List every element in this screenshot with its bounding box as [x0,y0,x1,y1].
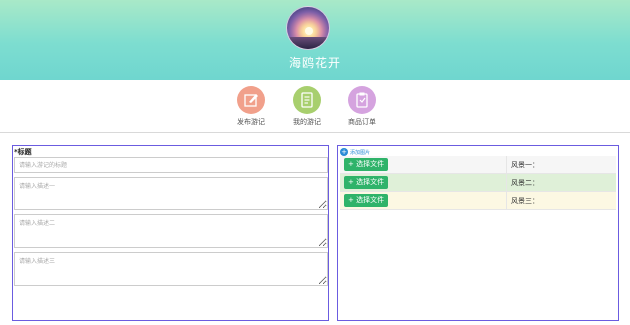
journal-form-panel: *标题 [12,145,329,321]
username: 海鸥花开 [288,56,341,70]
nav-publish-journal[interactable]: 发布游记 [226,86,276,127]
description-two-textarea[interactable] [14,214,328,248]
avatar-ground-graphic [287,37,329,49]
clipboard-icon [348,86,376,114]
avatar-sun-graphic [305,27,313,35]
title-label: *标题 [14,148,32,156]
choose-file-button[interactable]: + 选择文件 [344,194,389,207]
nav-orders[interactable]: 商品订单 [337,86,387,127]
notebook-icon [293,86,321,114]
image-row: + 选择文件 风景一： [340,156,616,174]
avatar[interactable] [286,6,330,50]
profile-banner: 海鸥花开 [0,0,630,80]
plus-circle-icon: + [340,148,348,156]
description-three-textarea[interactable] [14,252,328,286]
description-one-textarea[interactable] [14,177,328,210]
image-row: + 选择文件 风景三： [340,192,616,210]
nav-my-journals[interactable]: 我的游记 [282,86,332,127]
choose-file-button[interactable]: + 选择文件 [344,176,389,189]
image-row: + 选择文件 风景二： [340,174,616,192]
edit-icon [237,86,265,114]
nav-label: 我的游记 [293,118,321,126]
nav-divider [0,132,630,133]
image-upload-panel: + 添加图片 + 选择文件 风景一： + 选择文件 风景二： + 选择文件 风景… [337,145,619,321]
choose-file-button[interactable]: + 选择文件 [344,158,389,171]
scenery-label: 风景二： [511,179,539,187]
add-image-label: 添加图片 [350,149,371,156]
row-divider [506,174,507,192]
scenery-label: 风景一： [511,161,539,169]
nav-label: 发布游记 [237,118,265,126]
nav-label: 商品订单 [348,118,376,126]
title-input[interactable] [14,157,328,173]
scenery-label: 风景三： [511,197,539,205]
quick-nav: 发布游记 我的游记 商品订单 [0,80,630,132]
row-divider [506,192,507,210]
image-rows: + 选择文件 风景一： + 选择文件 风景二： + 选择文件 风景三： [340,156,616,210]
add-image-link[interactable]: + 添加图片 [340,148,370,156]
row-divider [506,156,507,174]
